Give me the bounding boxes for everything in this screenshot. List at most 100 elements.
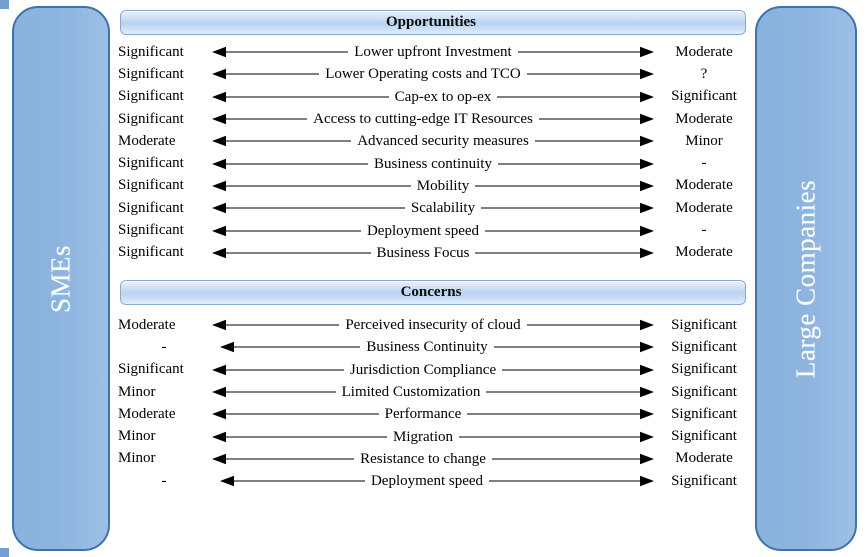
arrow-head-right-icon	[640, 364, 654, 376]
arrow-head-left-icon	[212, 136, 226, 147]
row-right-value: Significant	[671, 361, 737, 378]
row-left-value: Significant	[118, 110, 184, 127]
arrow-head-right-icon	[640, 91, 654, 103]
arrow-head-left-icon	[212, 409, 226, 420]
row-connector: Performance	[212, 403, 654, 425]
row-left-value: Minor	[118, 450, 156, 467]
row-factor-label: Scalability	[404, 200, 482, 217]
arrow-head-left-icon	[212, 319, 226, 331]
arrow-head-right-icon	[640, 202, 654, 214]
panel-smes: SMEs	[12, 6, 110, 551]
row-left-value: Significant	[118, 177, 184, 194]
row-factor-label: Deployment speed	[364, 473, 490, 490]
row-right-value: Moderate	[675, 199, 733, 216]
row-connector: Business Focus	[212, 242, 654, 264]
comparison-row: Moderate Advanced security measures Minor	[118, 130, 750, 152]
row-connector: Deployment speed	[212, 220, 654, 242]
canvas-handle-top-left	[0, 0, 9, 9]
row-left-value: Significant	[118, 199, 184, 216]
row-factor-label: Deployment speed	[360, 222, 486, 239]
row-factor-label: Access to cutting-edge IT Resources	[307, 111, 539, 128]
arrow-head-right-icon	[640, 69, 654, 80]
arrow-head-left-icon	[212, 113, 226, 125]
arrow-head-right-icon	[640, 247, 654, 259]
row-right-value: -	[701, 222, 707, 239]
row-right-value: Moderate	[675, 110, 733, 127]
row-connector: Scalability	[212, 197, 654, 219]
arrow-head-left-icon	[212, 247, 226, 259]
row-connector: Advanced security measures	[212, 130, 654, 152]
comparison-row: Significant Scalability Moderate	[118, 197, 750, 219]
row-left-value: Significant	[118, 244, 184, 261]
row-right-value: Moderate	[675, 43, 733, 60]
row-group-opportunities: Significant Lower upfront Investment Moder…	[118, 41, 750, 264]
comparison-row: Moderate Performance Significant	[118, 403, 750, 425]
row-right-value: Significant	[671, 472, 737, 489]
row-right-value: Moderate	[675, 244, 733, 261]
row-right-value: Significant	[671, 316, 737, 333]
row-left-value: Minor	[118, 383, 156, 400]
comparison-row: Significant Jurisdiction Compliance Signif…	[118, 359, 750, 381]
arrow-head-left-icon	[212, 364, 226, 376]
section-header-opportunities: Opportunities	[120, 10, 746, 35]
row-right-value: Significant	[671, 428, 737, 445]
comparison-row: Significant Deployment speed -	[118, 219, 750, 241]
section-title-concerns: Concerns	[400, 284, 462, 300]
arrow-head-left-icon	[212, 431, 226, 442]
comparison-row: Minor Migration Significant	[118, 425, 750, 447]
row-connector: Business Continuity	[220, 336, 654, 358]
arrow-head-right-icon	[640, 453, 654, 465]
row-right-value: Minor	[685, 132, 723, 149]
row-left-value: Significant	[118, 88, 184, 105]
arrow-head-left-icon	[212, 91, 226, 103]
row-connector: Business continuity	[212, 153, 654, 175]
arrow-head-right-icon	[640, 431, 654, 442]
row-left-value: Minor	[118, 428, 156, 445]
row-right-value: Moderate	[675, 450, 733, 467]
arrow-head-left-icon	[212, 453, 226, 465]
row-factor-label: Business continuity	[368, 155, 498, 172]
row-factor-label: Advanced security measures	[351, 133, 535, 150]
comparison-row: Significant Lower upfront Investment Moder…	[118, 41, 750, 63]
row-right-value: Significant	[671, 383, 737, 400]
arrow-head-right-icon	[640, 136, 654, 147]
row-left-value: Moderate	[118, 132, 176, 149]
row-right-value: Significant	[671, 88, 737, 105]
arrow-head-right-icon	[640, 409, 654, 420]
row-connector: Cap-ex to op-ex	[212, 86, 654, 108]
arrow-head-left-icon	[212, 386, 226, 398]
panel-smes-label: SMEs	[45, 244, 76, 313]
comparison-row: Significant Mobility Moderate	[118, 175, 750, 197]
row-right-value: ?	[700, 65, 708, 82]
arrow-head-left-icon	[212, 180, 226, 192]
row-factor-label: Jurisdiction Compliance	[343, 361, 503, 378]
comparison-row: Significant Access to cutting-edge IT Res…	[118, 108, 750, 130]
row-left-value: Significant	[118, 361, 184, 378]
row-connector: Lower Operating costs and TCO	[212, 63, 654, 85]
row-factor-label: Limited Customization	[335, 384, 487, 401]
comparison-row: Significant Cap-ex to op-ex Significant	[118, 86, 750, 108]
row-left-value: Significant	[118, 65, 184, 82]
row-right-value: -	[701, 155, 707, 172]
row-connector: Access to cutting-edge IT Resources	[212, 108, 654, 130]
row-left-value: Significant	[118, 222, 184, 239]
arrow-head-right-icon	[640, 319, 654, 331]
row-left-value: -	[161, 472, 167, 489]
row-factor-label: Performance	[378, 406, 468, 423]
arrow-head-left-icon	[220, 342, 234, 353]
comparison-row: Significant Business continuity -	[118, 152, 750, 174]
panel-large-companies: Large Companies	[755, 6, 857, 551]
section-title-opportunities: Opportunities	[385, 14, 476, 30]
row-connector: Resistance to change	[212, 448, 654, 470]
panel-large-companies-label: Large Companies	[790, 179, 821, 378]
comparison-row: - Deployment speed Significant	[118, 470, 750, 492]
comparison-row: Moderate Perceived insecurity of cloud Sig…	[118, 314, 750, 336]
row-left-value: Significant	[118, 155, 184, 172]
arrow-head-right-icon	[640, 180, 654, 192]
comparison-row: Minor Limited Customization Significant	[118, 381, 750, 403]
arrow-head-left-icon	[212, 158, 226, 169]
arrow-head-left-icon	[212, 46, 226, 58]
row-connector: Limited Customization	[212, 381, 654, 403]
row-right-value: Significant	[671, 405, 737, 422]
section-header-concerns: Concerns	[120, 280, 746, 305]
